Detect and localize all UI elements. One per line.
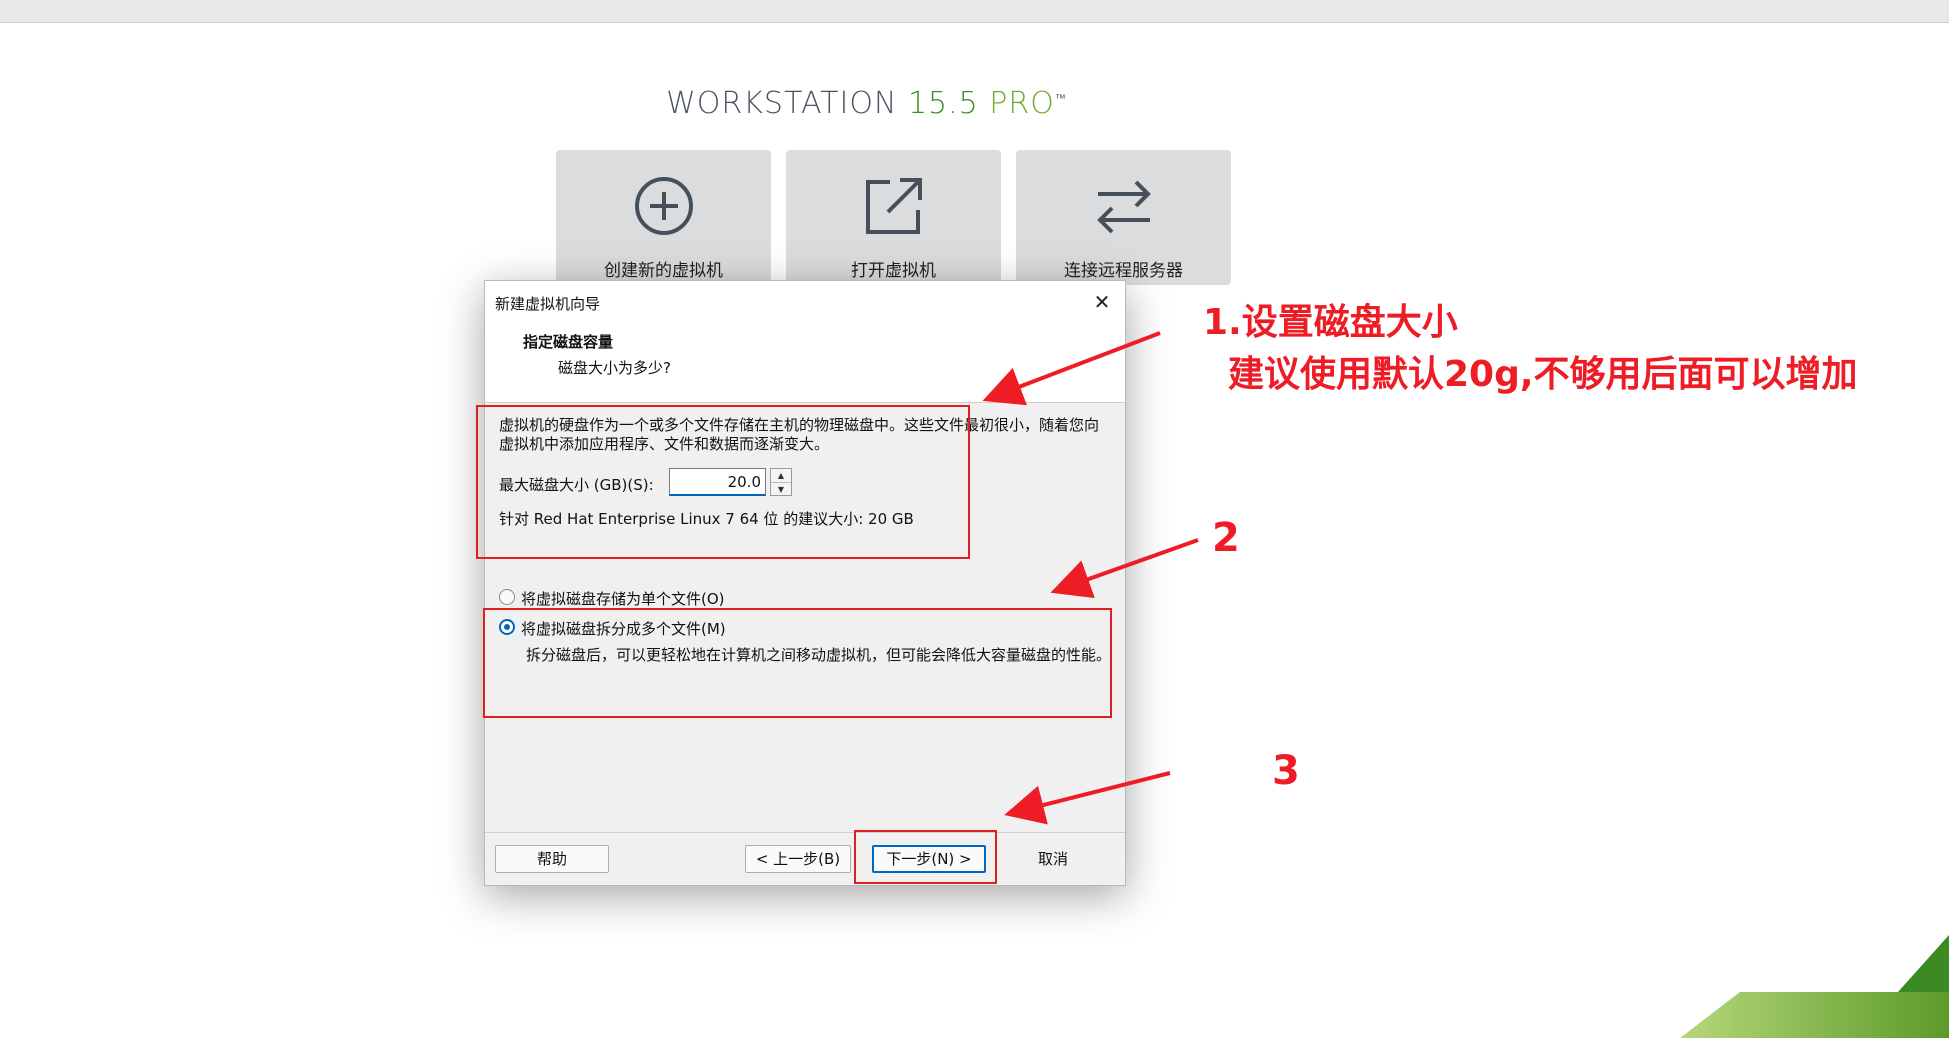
- arrow-2: [1050, 538, 1199, 599]
- corner-decoration: [1680, 935, 1949, 1038]
- annotation-step3: 3: [1272, 748, 1300, 794]
- annotation-step2: 2: [1212, 515, 1240, 561]
- arrow-3: [1004, 771, 1171, 825]
- arrow-1: [982, 331, 1161, 406]
- annotation-step1-note: 建议使用默认20g,不够用后面可以增加: [1228, 354, 1858, 395]
- annotation-step1-title: 1.设置磁盘大小: [1203, 302, 1458, 343]
- annotation-arrows: [982, 331, 1199, 825]
